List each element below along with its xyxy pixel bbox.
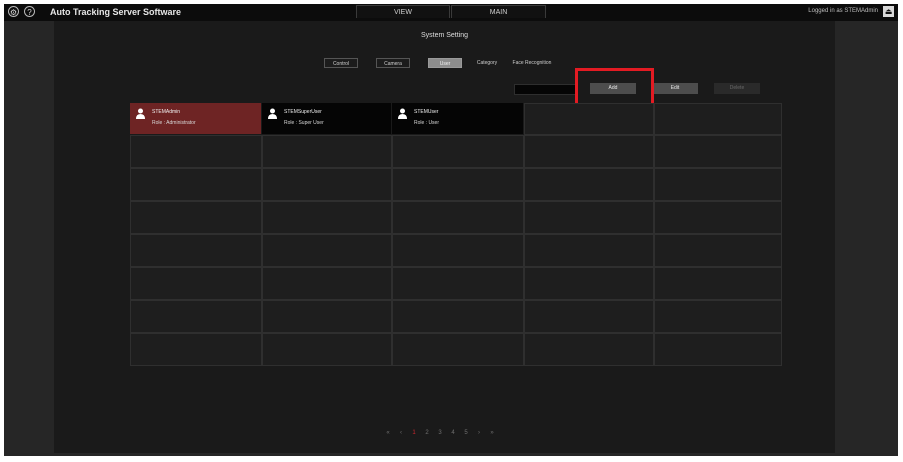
user-name: STEMUser [414,109,439,115]
tab-category[interactable]: Category [470,58,504,68]
empty-cell [392,267,524,300]
empty-cell [262,135,392,168]
empty-cell [524,267,654,300]
app-window: ⚙ ? Auto Tracking Server Software VIEW M… [4,4,898,456]
user-role: Role : User [414,120,440,126]
empty-cell [130,135,262,168]
empty-cell [524,103,654,135]
empty-cell [654,168,782,201]
tab-user[interactable]: User [428,58,462,68]
pagination: « ‹ 1 2 3 4 5 › » [384,430,524,438]
empty-cell [262,333,392,366]
system-setting-panel: System Setting Control Camera User Categ… [54,21,835,453]
prev-page-button[interactable]: ‹ [397,430,405,436]
user-grid: STEMAdmin Role : Administrator STEMSuper… [130,103,782,366]
empty-cell [130,234,262,267]
empty-cell [524,333,654,366]
empty-cell [524,168,654,201]
empty-cell [654,135,782,168]
help-icon[interactable]: ? [24,6,35,17]
last-page-button[interactable]: » [488,430,496,436]
tab-control[interactable]: Control [324,58,358,68]
edit-button[interactable]: Edit [652,83,698,94]
tab-camera[interactable]: Camera [376,58,410,68]
page-1-button[interactable]: 1 [410,430,418,436]
user-card-user[interactable]: STEMUser Role : User [392,103,523,134]
search-input[interactable] [514,84,576,95]
empty-cell [392,135,524,168]
empty-cell [392,234,524,267]
empty-cell [130,333,262,366]
empty-cell [262,234,392,267]
empty-cell [262,267,392,300]
empty-cell [654,333,782,366]
tab-view[interactable]: VIEW [356,5,450,18]
tab-main[interactable]: MAIN [451,5,546,18]
empty-cell [130,201,262,234]
empty-cell [524,300,654,333]
user-icon [136,108,145,119]
user-role: Role : Super User [284,120,324,126]
delete-button[interactable]: Delete [714,83,760,94]
page-3-button[interactable]: 3 [436,430,444,436]
empty-cell [130,300,262,333]
empty-cell [262,201,392,234]
empty-cell [392,333,524,366]
user-role: Role : Administrator [152,120,196,126]
logged-in-status: Logged in as STEMAdmin [808,8,878,14]
empty-cell [524,234,654,267]
gear-icon[interactable]: ⚙ [8,6,19,17]
empty-cell [262,168,392,201]
user-card-admin[interactable]: STEMAdmin Role : Administrator [130,103,261,134]
app-title: Auto Tracking Server Software [50,7,182,17]
empty-cell [262,300,392,333]
page-5-button[interactable]: 5 [462,430,470,436]
first-page-button[interactable]: « [384,430,392,436]
logout-icon[interactable]: ⏏ [883,6,894,17]
user-icon [268,108,277,119]
empty-cell [654,103,782,135]
empty-cell [130,267,262,300]
empty-cell [392,168,524,201]
empty-cell [524,135,654,168]
empty-cell [130,168,262,201]
empty-cell [392,300,524,333]
empty-cell [654,234,782,267]
user-icon [398,108,407,119]
empty-cell [392,201,524,234]
user-card-superuser[interactable]: STEMSuperUser Role : Super User [262,103,391,134]
page-4-button[interactable]: 4 [449,430,457,436]
empty-cell [654,300,782,333]
user-name: STEMSuperUser [284,109,322,115]
empty-cell [524,201,654,234]
tab-face-recognition[interactable]: Face Recognition [504,58,560,68]
page-2-button[interactable]: 2 [423,430,431,436]
user-name: STEMAdmin [152,109,181,115]
top-bar: ⚙ ? Auto Tracking Server Software VIEW M… [4,4,898,21]
empty-cell [654,201,782,234]
next-page-button[interactable]: › [475,430,483,436]
page-title: System Setting [420,32,469,39]
empty-cell [654,267,782,300]
